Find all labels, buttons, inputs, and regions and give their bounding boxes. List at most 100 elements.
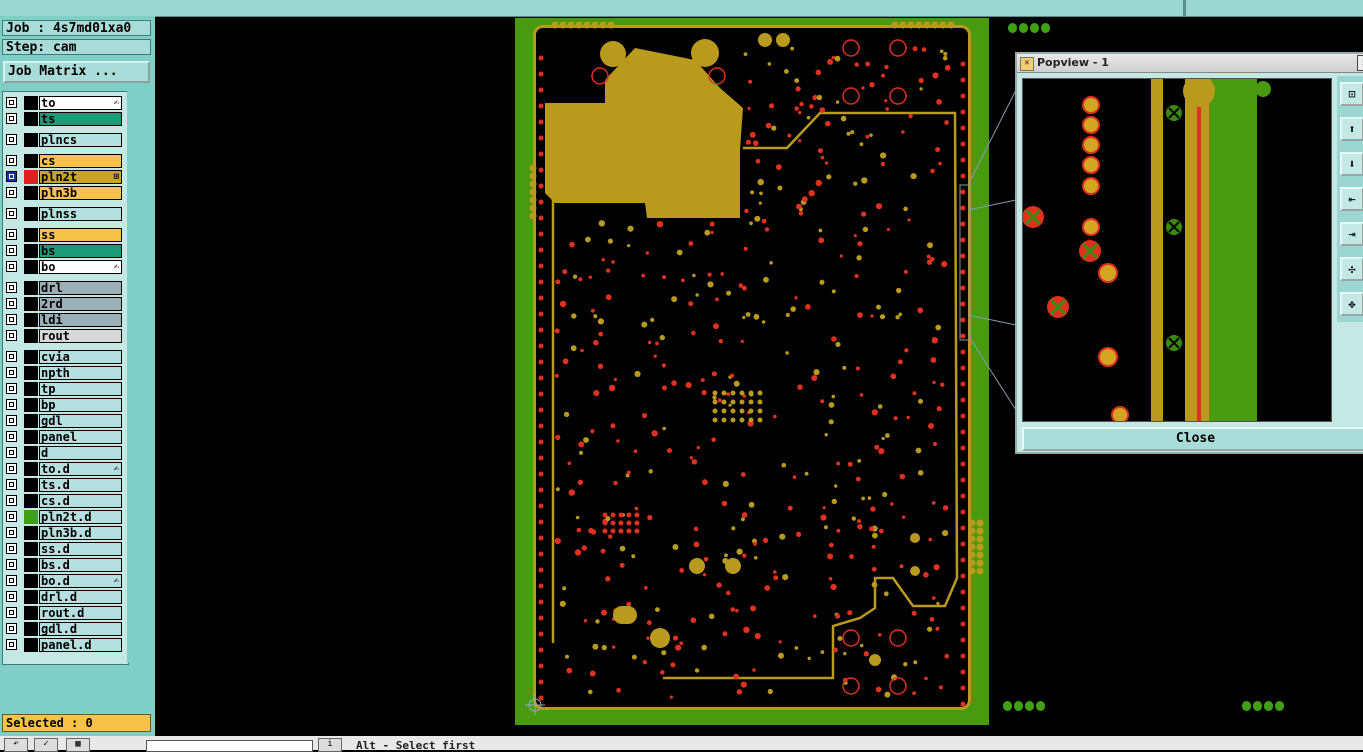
layer-checkbox[interactable] <box>6 639 17 650</box>
layer-checkbox[interactable] <box>6 495 17 506</box>
layer-row-pln3b-d[interactable]: pln3b.d <box>4 526 122 540</box>
layer-row-gdl-d[interactable]: gdl.d <box>4 622 122 636</box>
layer-name[interactable]: ts.d <box>39 478 122 492</box>
layer-row-pln2t[interactable]: pln2t ⊞ <box>4 170 122 184</box>
layer-name[interactable]: bs <box>39 244 122 258</box>
layer-checkbox[interactable] <box>6 351 17 362</box>
layer-color-swatch[interactable] <box>24 329 38 343</box>
layer-row-drl[interactable]: drl <box>4 281 122 295</box>
layer-checkbox[interactable] <box>6 527 17 538</box>
job-matrix-button[interactable]: Job Matrix ... <box>3 61 150 83</box>
layer-checkbox[interactable] <box>6 479 17 490</box>
layer-name[interactable]: ts <box>39 112 122 126</box>
layer-name[interactable]: panel <box>39 430 122 444</box>
layer-color-swatch[interactable] <box>24 281 38 295</box>
layer-row-panel[interactable]: panel <box>4 430 122 444</box>
layer-checkbox[interactable] <box>6 431 17 442</box>
layer-checkbox[interactable] <box>6 607 17 618</box>
layer-checkbox[interactable] <box>6 575 17 586</box>
layer-color-swatch[interactable] <box>24 510 38 524</box>
layer-color-swatch[interactable] <box>24 558 38 572</box>
layer-checkbox[interactable] <box>6 623 17 634</box>
layer-name[interactable]: ldi <box>39 313 122 327</box>
layer-name[interactable]: pln2t ⊞ <box>39 170 122 184</box>
layer-name[interactable]: bs.d <box>39 558 122 572</box>
layer-name[interactable]: to ✍ <box>39 96 122 110</box>
layer-color-swatch[interactable] <box>24 133 38 147</box>
layer-row-cs-d[interactable]: cs.d <box>4 494 122 508</box>
layer-checkbox[interactable] <box>6 399 17 410</box>
layer-color-swatch[interactable] <box>24 606 38 620</box>
layer-color-swatch[interactable] <box>24 574 38 588</box>
layer-name[interactable]: pln3b.d <box>39 526 122 540</box>
layer-name[interactable]: gdl.d <box>39 622 122 636</box>
layer-name[interactable]: drl <box>39 281 122 295</box>
layer-checkbox[interactable] <box>6 134 17 145</box>
layer-row-bs-d[interactable]: bs.d <box>4 558 122 572</box>
layer-name[interactable]: rout.d <box>39 606 122 620</box>
layer-row-plnss[interactable]: plnss <box>4 207 122 221</box>
layer-name[interactable]: npth <box>39 366 122 380</box>
layer-list-scrollbar[interactable] <box>127 91 153 663</box>
layer-checkbox[interactable] <box>6 229 17 240</box>
layer-color-swatch[interactable] <box>24 622 38 636</box>
layer-row-2rd[interactable]: 2rd <box>4 297 122 311</box>
layer-color-swatch[interactable] <box>24 112 38 126</box>
layer-color-swatch[interactable] <box>24 446 38 460</box>
layer-checkbox[interactable] <box>6 591 17 602</box>
command-input[interactable] <box>146 740 313 752</box>
layer-color-swatch[interactable] <box>24 154 38 168</box>
layer-color-swatch[interactable] <box>24 244 38 258</box>
layer-row-ss[interactable]: ss <box>4 228 122 242</box>
layer-checkbox[interactable] <box>6 261 17 272</box>
layer-row-npth[interactable]: npth <box>4 366 122 380</box>
popview-window[interactable]: ✕ Popview - 1 ✕ ⊡ ⬆ ⬇ ⇤ ⇥ ✣ ✥ Close <box>1015 52 1363 454</box>
layer-color-swatch[interactable] <box>24 366 38 380</box>
layer-row-cvia[interactable]: cvia <box>4 350 122 364</box>
layer-color-swatch[interactable] <box>24 398 38 412</box>
layer-row-to[interactable]: to ✍ <box>4 96 122 110</box>
layer-row-ts-d[interactable]: ts.d <box>4 478 122 492</box>
layer-color-swatch[interactable] <box>24 297 38 311</box>
layer-row-gdl[interactable]: gdl <box>4 414 122 428</box>
zoom-out-icon[interactable]: ✣ <box>1340 257 1363 281</box>
layer-row-drl-d[interactable]: drl.d <box>4 590 122 604</box>
layer-row-ss-d[interactable]: ss.d <box>4 542 122 556</box>
layer-color-swatch[interactable] <box>24 207 38 221</box>
layer-row-cs[interactable]: cs <box>4 154 122 168</box>
layer-checkbox[interactable] <box>6 97 17 108</box>
zoom-fit-icon[interactable]: ⊡ <box>1340 82 1363 106</box>
pan-left-icon[interactable]: ⇤ <box>1340 187 1363 211</box>
layer-checkbox[interactable] <box>6 314 17 325</box>
layer-checkbox[interactable] <box>6 367 17 378</box>
pan-right-icon[interactable]: ⇥ <box>1340 222 1363 246</box>
layer-checkbox[interactable] <box>6 282 17 293</box>
layer-name[interactable]: cs.d <box>39 494 122 508</box>
pan-down-icon[interactable]: ⬇ <box>1340 152 1363 176</box>
layer-row-pln3b[interactable]: pln3b <box>4 186 122 200</box>
layer-checkbox[interactable] <box>6 383 17 394</box>
layer-checkbox[interactable] <box>6 543 17 554</box>
layer-name[interactable]: cvia <box>39 350 122 364</box>
layer-checkbox[interactable] <box>6 330 17 341</box>
layer-checkbox[interactable] <box>6 245 17 256</box>
layer-name[interactable]: tp <box>39 382 122 396</box>
layer-checkbox[interactable] <box>6 511 17 522</box>
layer-row-plncs[interactable]: plncs <box>4 133 122 147</box>
layer-checkbox[interactable] <box>6 298 17 309</box>
layer-color-swatch[interactable] <box>24 350 38 364</box>
layer-row-to-d[interactable]: to.d ✍ <box>4 462 122 476</box>
layer-color-swatch[interactable] <box>24 260 38 274</box>
layer-name[interactable]: bp <box>39 398 122 412</box>
layer-row-rout[interactable]: rout <box>4 329 122 343</box>
layer-name[interactable]: to.d ✍ <box>39 462 122 476</box>
layer-checkbox[interactable] <box>6 463 17 474</box>
layer-name[interactable]: 2rd <box>39 297 122 311</box>
layer-row-pln2t-d[interactable]: pln2t.d <box>4 510 122 524</box>
layer-checkbox[interactable] <box>6 171 17 182</box>
layer-name[interactable]: ss.d <box>39 542 122 556</box>
layer-color-swatch[interactable] <box>24 590 38 604</box>
layer-name[interactable]: bo.d ✍ <box>39 574 122 588</box>
layer-checkbox[interactable] <box>6 447 17 458</box>
layer-row-bo-d[interactable]: bo.d ✍ <box>4 574 122 588</box>
